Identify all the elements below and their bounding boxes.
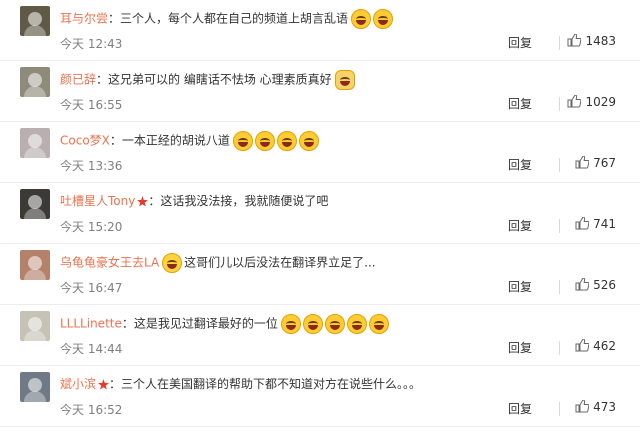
like-button[interactable]: 473 bbox=[575, 399, 616, 414]
comment-item: LLLLinette：这是我见过翻译最好的一位 今天 14:44 回复 462 bbox=[0, 305, 640, 366]
laugh-cry-emoji-icon bbox=[302, 314, 323, 334]
like-button[interactable]: 767 bbox=[575, 155, 616, 170]
comment-line: 斌小滨 ：三个人在美国翻译的帮助下都不知道对方在说些什么。。。 bbox=[60, 375, 630, 393]
laugh-cry-emoji-icon bbox=[232, 131, 253, 151]
laugh-cry-emoji-icon bbox=[276, 131, 297, 151]
comment-text: ：这话我没法接，我就随便说了吧 bbox=[148, 194, 329, 208]
avatar[interactable] bbox=[20, 6, 50, 36]
laugh-cry-emoji-icon bbox=[298, 131, 319, 151]
comment-time: 今天 16:52 bbox=[60, 403, 123, 417]
comment-text: 这哥们儿以后没法在翻译界立足了... bbox=[184, 255, 376, 270]
like-button[interactable]: 526 bbox=[575, 277, 616, 292]
laugh-cry-emoji-icon bbox=[368, 314, 389, 334]
commenter-name[interactable]: 颜已辞 bbox=[60, 73, 96, 87]
emoji-group bbox=[232, 131, 321, 151]
thumbs-up-icon bbox=[575, 155, 590, 169]
avatar[interactable] bbox=[20, 128, 50, 158]
comment-item: 斌小滨 ：三个人在美国翻译的帮助下都不知道对方在说些什么。。。 今天 16:52 … bbox=[0, 366, 640, 427]
avatar[interactable] bbox=[20, 372, 50, 402]
comment-text: ：三个人在美国翻译的帮助下都不知道对方在说些什么。。。 bbox=[109, 377, 422, 391]
divider bbox=[559, 36, 560, 50]
emoji-group bbox=[162, 253, 184, 273]
thumbs-up-icon bbox=[575, 216, 590, 230]
emoji-group bbox=[280, 314, 391, 334]
comment-line: 颜已辞：这兄弟可以的 编瞎话不怯场 心理素质真好 bbox=[60, 70, 630, 90]
avatar[interactable] bbox=[20, 189, 50, 219]
reply-button[interactable]: 回复 bbox=[508, 278, 532, 295]
commenter-name[interactable]: Coco梦X bbox=[60, 134, 110, 148]
laugh-cry-emoji-icon bbox=[351, 9, 372, 29]
laugh-cry-emoji-icon bbox=[373, 9, 394, 29]
comment-text: ：这是我见过翻译最好的一位 bbox=[121, 316, 278, 331]
reply-button[interactable]: 回复 bbox=[508, 339, 532, 356]
commenter-name[interactable]: LLLLinette bbox=[60, 317, 122, 331]
like-button[interactable]: 462 bbox=[575, 338, 616, 353]
like-button[interactable]: 1483 bbox=[567, 33, 616, 48]
divider bbox=[559, 280, 560, 294]
shush-emoji-icon bbox=[162, 253, 183, 273]
like-count: 1029 bbox=[585, 95, 616, 109]
like-count: 767 bbox=[593, 156, 616, 170]
comment-line: 乌龟龟豪女王去LA 这哥们儿以后没法在翻译界立足了... bbox=[60, 253, 630, 273]
laugh-cry-emoji-icon bbox=[324, 314, 345, 334]
comment-time: 今天 13:36 bbox=[60, 159, 123, 173]
comment-time: 今天 12:43 bbox=[60, 37, 123, 51]
like-button[interactable]: 741 bbox=[575, 216, 616, 231]
comment-item: Coco梦X：一本正经的胡说八道 今天 13:36 回复 767 bbox=[0, 122, 640, 183]
divider bbox=[559, 158, 560, 172]
like-count: 526 bbox=[593, 278, 616, 292]
avatar[interactable] bbox=[20, 67, 50, 97]
comment-line: LLLLinette：这是我见过翻译最好的一位 bbox=[60, 314, 630, 334]
comment-item: 耳与尔尝：三个人，每个人都在自己的频道上胡言乱语 今天 12:43 回复 148… bbox=[0, 0, 640, 61]
comment-line: Coco梦X：一本正经的胡说八道 bbox=[60, 131, 630, 151]
emoji-group bbox=[351, 9, 395, 29]
thumbs-up-icon bbox=[575, 277, 590, 291]
laugh-cry-emoji-icon bbox=[280, 314, 301, 334]
comment-line: 耳与尔尝：三个人，每个人都在自己的频道上胡言乱语 bbox=[60, 9, 630, 29]
vip-star-icon bbox=[137, 192, 149, 210]
comment-time: 今天 16:47 bbox=[60, 281, 123, 295]
emoji-group bbox=[334, 70, 357, 90]
vip-star-icon bbox=[98, 375, 110, 393]
comment-time: 今天 16:55 bbox=[60, 98, 123, 112]
like-button[interactable]: 1029 bbox=[567, 94, 616, 109]
comment-text: ：一本正经的胡说八道 bbox=[109, 133, 230, 148]
comment-item: 乌龟龟豪女王去LA 这哥们儿以后没法在翻译界立足了... 今天 16:47 回复 … bbox=[0, 244, 640, 305]
comment-line: 吐槽星人Tony ：这话我没法接，我就随便说了吧 bbox=[60, 192, 630, 210]
laugh-cry-emoji-icon bbox=[346, 314, 367, 334]
laugh-cry-emoji-icon bbox=[254, 131, 275, 151]
avatar[interactable] bbox=[20, 250, 50, 280]
comment-time: 今天 14:44 bbox=[60, 342, 123, 356]
reply-button[interactable]: 回复 bbox=[508, 34, 532, 51]
commenter-name[interactable]: 乌龟龟豪女王去LA bbox=[60, 256, 159, 270]
comment-text: ：三个人，每个人都在自己的频道上胡言乱语 bbox=[108, 11, 349, 26]
commenter-name[interactable]: 耳与尔尝 bbox=[60, 12, 108, 26]
like-count: 1483 bbox=[585, 34, 616, 48]
thumbs-up-icon bbox=[567, 94, 582, 108]
reply-button[interactable]: 回复 bbox=[508, 400, 532, 417]
like-count: 741 bbox=[593, 217, 616, 231]
commenter-name[interactable]: 斌小滨 bbox=[60, 377, 96, 391]
comment-list: 耳与尔尝：三个人，每个人都在自己的频道上胡言乱语 今天 12:43 回复 148… bbox=[0, 0, 640, 427]
comment-text: ：这兄弟可以的 编瞎话不怯场 心理素质真好 bbox=[96, 72, 332, 87]
divider bbox=[559, 402, 560, 416]
reply-button[interactable]: 回复 bbox=[508, 217, 532, 234]
commenter-name[interactable]: 吐槽星人Tony bbox=[60, 194, 135, 208]
reply-button[interactable]: 回复 bbox=[508, 156, 532, 173]
cat-smile-emoji-icon bbox=[334, 70, 355, 90]
comment-time: 今天 15:20 bbox=[60, 220, 123, 234]
divider bbox=[559, 219, 560, 233]
comment-item: 吐槽星人Tony ：这话我没法接，我就随便说了吧 今天 15:20 回复 741 bbox=[0, 183, 640, 244]
divider bbox=[559, 341, 560, 355]
like-count: 462 bbox=[593, 339, 616, 353]
reply-button[interactable]: 回复 bbox=[508, 95, 532, 112]
thumbs-up-icon bbox=[575, 338, 590, 352]
avatar[interactable] bbox=[20, 311, 50, 341]
comment-item: 颜已辞：这兄弟可以的 编瞎话不怯场 心理素质真好 今天 16:55 回复 102… bbox=[0, 61, 640, 122]
thumbs-up-icon bbox=[575, 399, 590, 413]
thumbs-up-icon bbox=[567, 33, 582, 47]
divider bbox=[559, 97, 560, 111]
like-count: 473 bbox=[593, 400, 616, 414]
